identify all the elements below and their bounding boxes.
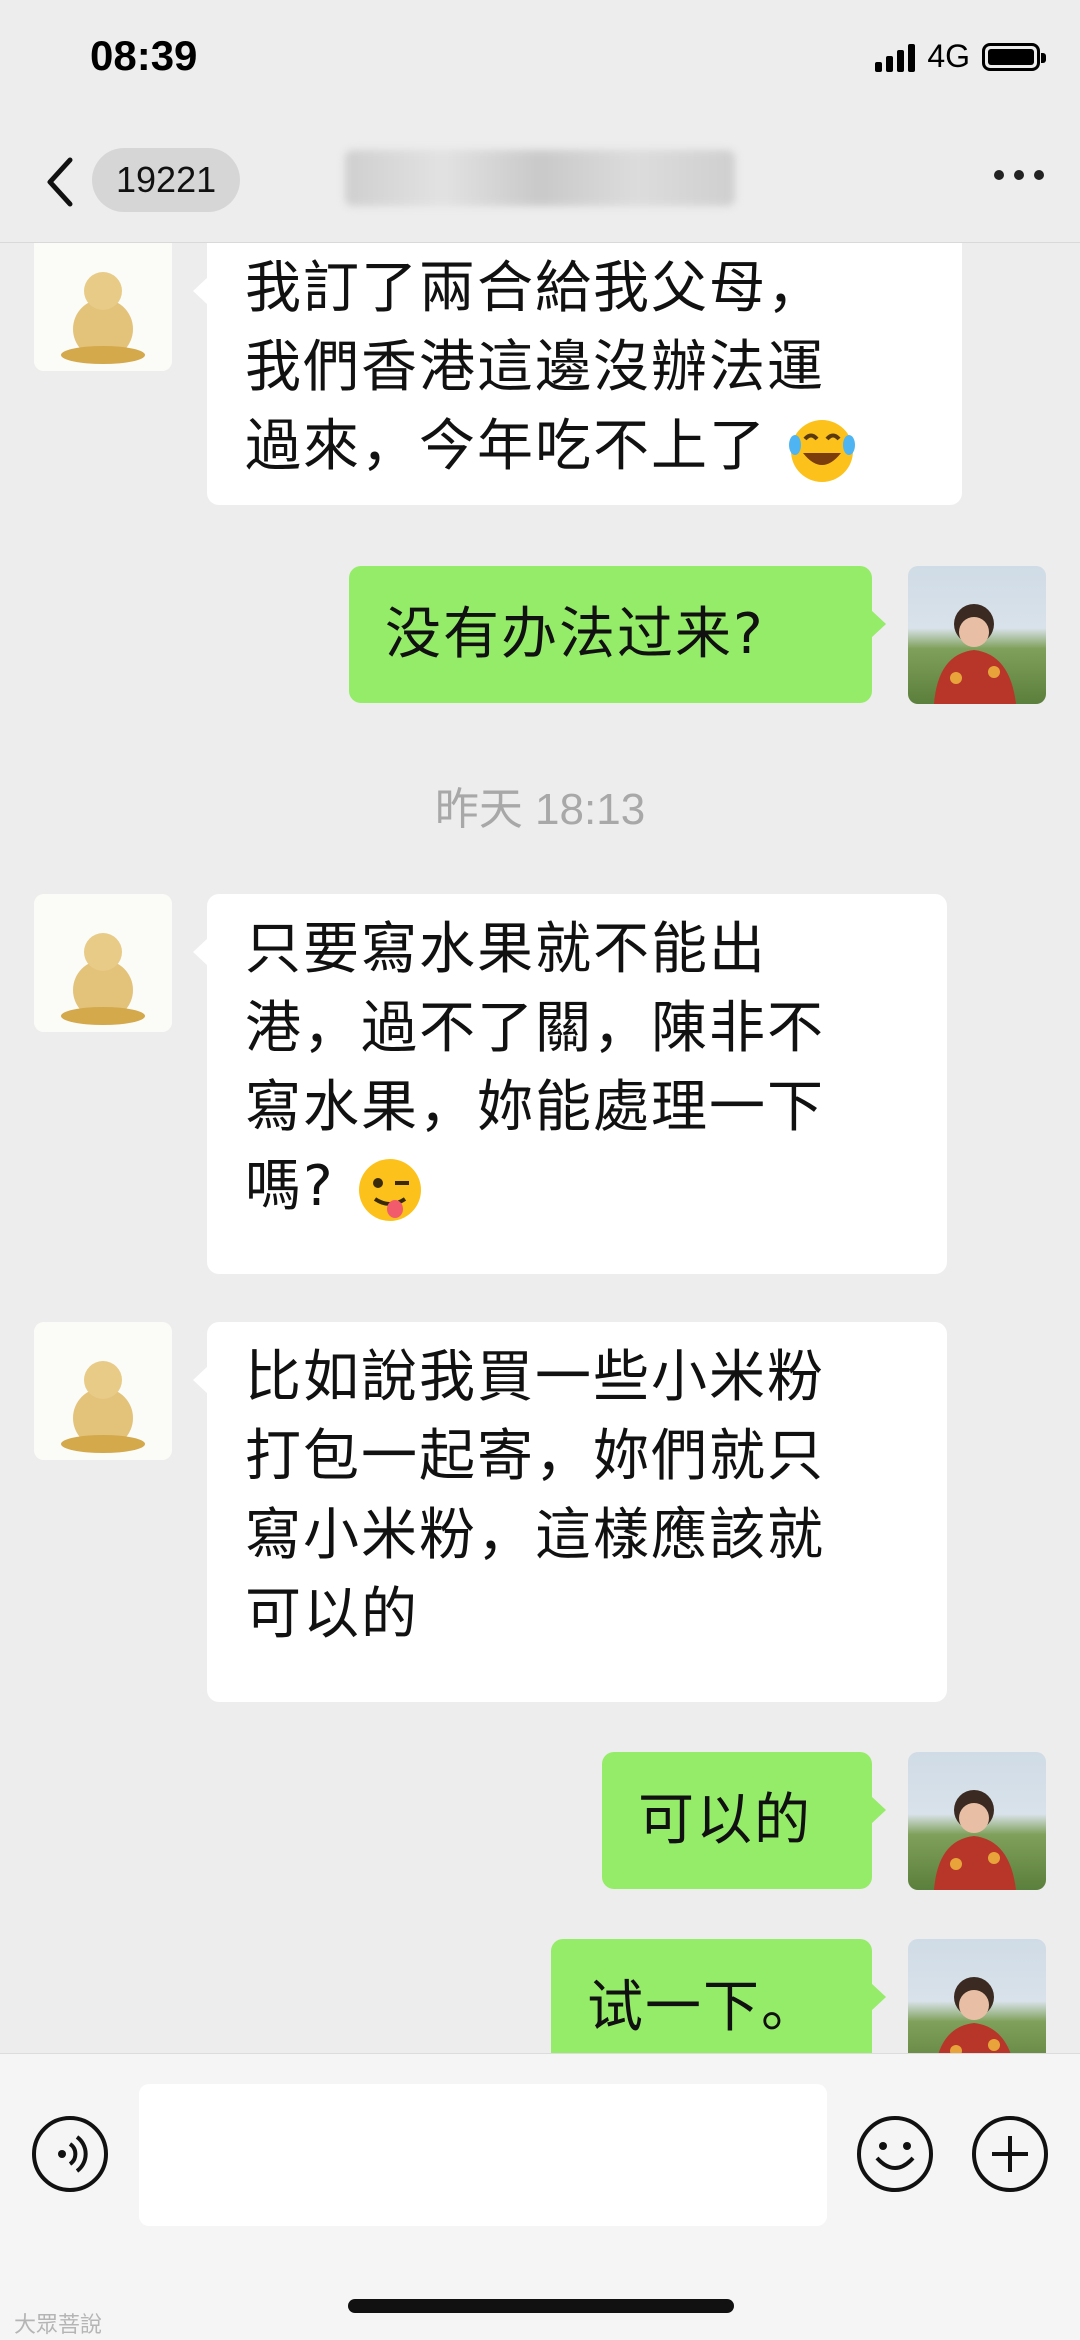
message-row: 可以的 (0, 1752, 1080, 1897)
voice-input-icon[interactable] (30, 2114, 110, 2194)
message-input[interactable] (139, 2084, 827, 2226)
message-bubble[interactable]: 没有办法过来? (349, 566, 886, 703)
status-time: 08:39 (90, 32, 198, 79)
message-bubble[interactable]: 比如說我買一些小米粉 打包一起寄，妳們就只 寫小米粉，這樣應該就 可以的 (193, 1322, 947, 1702)
message-bubble[interactable]: 我訂了兩合給我父母， 我們香港這邊沒辦法運 過來，今年吃不上了 (193, 243, 962, 505)
my-avatar[interactable] (908, 566, 1046, 704)
message-row: 没有办法过来? (0, 566, 1080, 711)
contact-avatar[interactable] (34, 243, 172, 371)
winking-tongue-icon (358, 1158, 421, 1221)
gourd-icon (34, 894, 172, 1032)
my-avatar[interactable] (908, 1752, 1046, 1890)
gourd-icon (34, 1322, 172, 1460)
contact-avatar[interactable] (34, 1322, 172, 1460)
message-line: 嗎? (245, 1147, 911, 1226)
message-line: 可以的 (245, 1582, 419, 1647)
message-line: 比如說我買一些小米粉 (245, 1345, 825, 1410)
message-row: 我訂了兩合給我父母， 我們香港這邊沒辦法運 過來，今年吃不上了 (0, 243, 1080, 613)
message-line: 只要寫水果就不能出 (245, 917, 767, 982)
unread-count-badge[interactable]: 19221 (92, 148, 241, 212)
message-row: 试一下。 (0, 1939, 1080, 2053)
network-type: 4G (927, 38, 970, 74)
my-avatar[interactable] (908, 1939, 1046, 2053)
gourd-icon (34, 243, 172, 371)
status-bar: 08:39 4G (0, 0, 1080, 120)
message-bubble[interactable]: 只要寫水果就不能出 港，過不了關，陳非不 寫水果，妳能處理一下 嗎? (193, 894, 947, 1274)
chat-title-redacted (345, 150, 735, 206)
message-line: 寫小米粉，這樣應該就 (245, 1503, 825, 1568)
message-line: 港，過不了關，陳非不 (245, 996, 825, 1061)
person-photo-icon (934, 1790, 1016, 1890)
message-list[interactable]: 我訂了兩合給我父母， 我們香港這邊沒辦法運 過來，今年吃不上了 没有办法过来? (0, 243, 1080, 2053)
chat-header: 19221 (0, 120, 1080, 243)
home-indicator (348, 2299, 734, 2313)
more-icon[interactable] (994, 170, 1044, 180)
message-line: 我訂了兩合給我父母， (245, 256, 825, 321)
message-bubble[interactable]: 可以的 (602, 1752, 886, 1889)
plus-icon[interactable] (970, 2114, 1050, 2194)
status-indicators: 4G (875, 38, 1046, 75)
watermark: 大眾菩說 (14, 2313, 103, 2338)
message-line: 過來，今年吃不上了 (245, 407, 926, 486)
face-laughing-tears-icon (788, 419, 855, 482)
person-photo-icon (934, 604, 1016, 704)
emoji-icon[interactable] (855, 2114, 935, 2194)
battery-icon (982, 42, 1046, 71)
back-chevron-icon[interactable] (42, 154, 82, 210)
message-row: 只要寫水果就不能出 港，過不了關，陳非不 寫水果，妳能處理一下 嗎? (0, 894, 1080, 1284)
contact-avatar[interactable] (34, 894, 172, 1032)
input-bar (0, 2053, 1080, 2340)
message-bubble[interactable]: 试一下。 (551, 1939, 886, 2053)
timestamp: 昨天 18:13 (434, 785, 646, 834)
message-line: 寫水果，妳能處理一下 (245, 1075, 825, 1140)
message-line: 打包一起寄，妳們就只 (245, 1424, 825, 1489)
message-row: 比如說我買一些小米粉 打包一起寄，妳們就只 寫小米粉，這樣應該就 可以的 (0, 1322, 1080, 1712)
signal-icon (875, 42, 916, 72)
message-line: 我們香港這邊沒辦法運 (245, 335, 825, 400)
person-photo-icon (938, 1977, 1011, 2053)
